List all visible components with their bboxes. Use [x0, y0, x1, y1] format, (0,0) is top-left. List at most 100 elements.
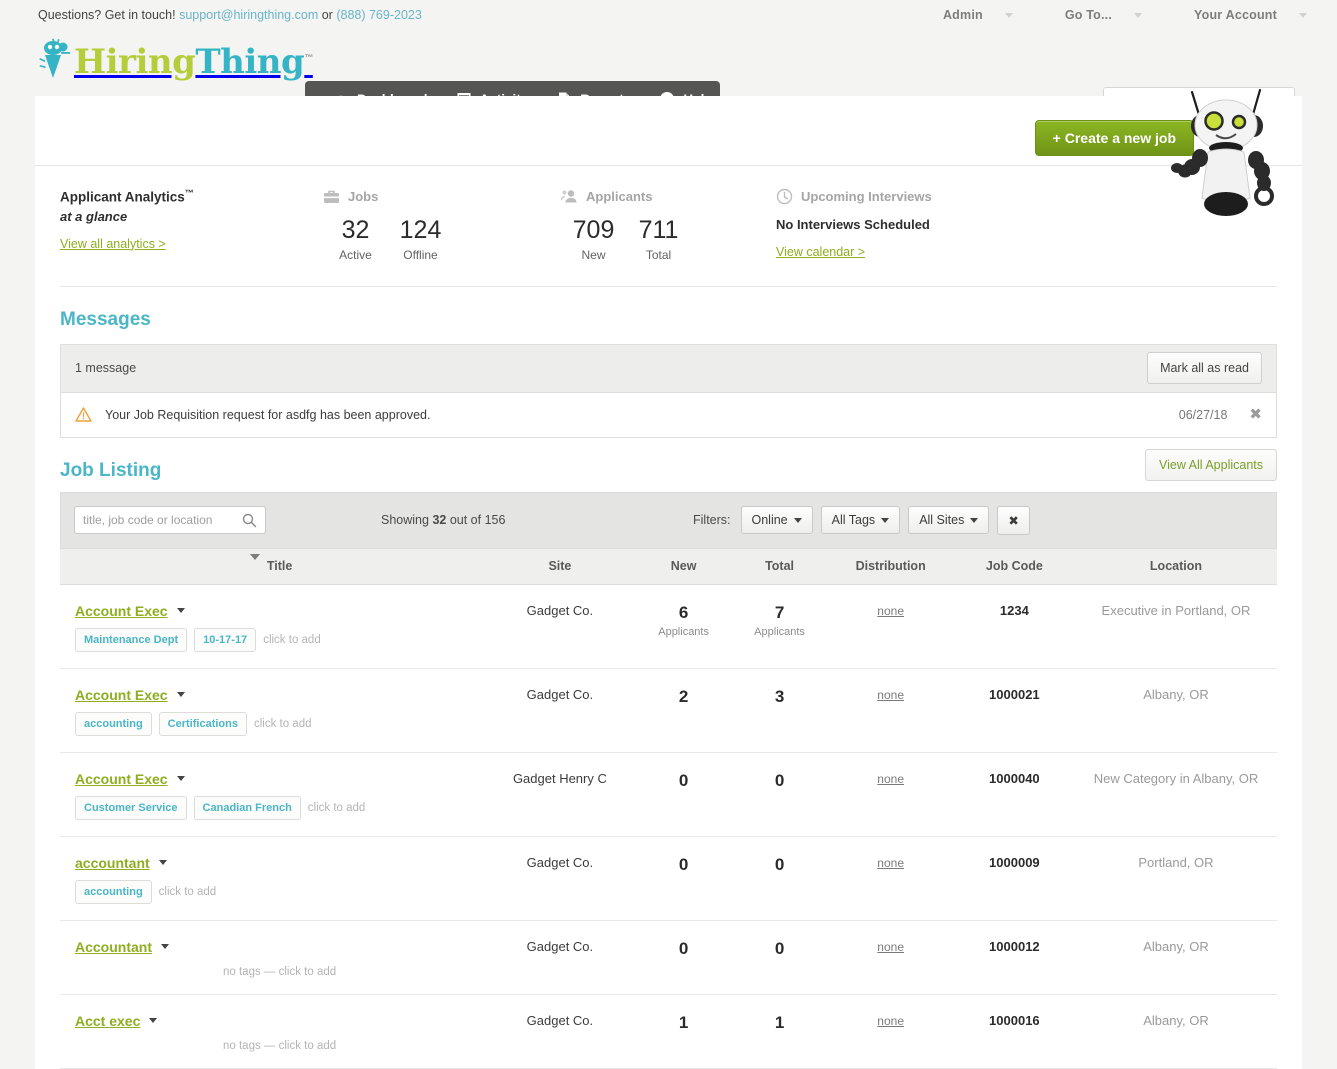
clear-filters-button[interactable]: ✖ [997, 505, 1030, 535]
column-header-new[interactable]: New [635, 547, 732, 585]
view-calendar-link[interactable]: View calendar > [776, 245, 865, 259]
support-phone-link[interactable]: (888) 769-2023 [336, 8, 421, 22]
cell-location: New Category in Albany, OR [1074, 752, 1277, 837]
filter-sites-button[interactable]: All Sites [908, 506, 990, 534]
job-title-link[interactable]: accountant [75, 855, 150, 871]
view-all-applicants-button[interactable]: View All Applicants [1145, 448, 1277, 481]
stat-applicants-total-value: 711 [638, 216, 679, 244]
messages-heading: Messages [60, 308, 151, 330]
analytics-label-block: Applicant Analytics™ at a glance View al… [60, 188, 323, 262]
job-title-link[interactable]: Account Exec [75, 771, 168, 787]
add-tag-label[interactable]: click to add [254, 718, 312, 730]
search-icon[interactable] [242, 513, 257, 528]
job-title-link[interactable]: Account Exec [75, 603, 168, 619]
support-email-link[interactable]: support@hiringthing.com [179, 8, 318, 22]
filter-tags-button[interactable]: All Tags [820, 506, 901, 534]
showing-count: 32 [432, 513, 447, 527]
stat-jobs-active-caption: Active [339, 247, 372, 262]
distribution-link[interactable]: none [877, 856, 904, 870]
job-title-line: Acct exec [75, 1013, 484, 1029]
filter-online-button[interactable]: Online [740, 506, 813, 534]
logo-text: HiringThing™ [74, 45, 313, 79]
no-tags-label[interactable]: no tags — click to add [75, 1040, 484, 1052]
applicant-analytics: Applicant Analytics™ at a glance View al… [60, 166, 1277, 287]
job-tag[interactable]: Canadian French [193, 795, 301, 820]
cell-total: 0 [731, 836, 828, 921]
column-header-title[interactable]: Title [60, 547, 485, 585]
job-search-input[interactable] [83, 513, 242, 527]
stat-jobs-offline-value: 124 [399, 216, 442, 244]
cell-job-code: 1000021 [953, 668, 1075, 753]
column-header-distribution[interactable]: Distribution [827, 547, 954, 585]
chevron-down-icon[interactable] [176, 608, 185, 613]
job-tag[interactable]: Maintenance Dept [75, 627, 188, 652]
job-tag[interactable]: accounting [75, 879, 152, 904]
stat-jobs-offline: 124 Offline [388, 216, 453, 261]
chevron-down-icon[interactable] [158, 860, 167, 865]
chevron-down-icon[interactable] [149, 1018, 158, 1023]
cell-distribution: none [827, 668, 954, 753]
distribution-link[interactable]: none [877, 940, 904, 954]
close-icon[interactable]: ✖ [1249, 407, 1262, 422]
mark-all-read-button[interactable]: Mark all as read [1147, 352, 1262, 384]
analytics-applicants-group: Applicants 709 New 711 Total [561, 188, 776, 262]
column-header-job-code[interactable]: Job Code [953, 547, 1075, 585]
cell-distribution: none [827, 752, 954, 837]
contact-or: or [321, 8, 333, 22]
job-tag[interactable]: 10-17-17 [194, 627, 257, 652]
job-listing-panel: Showing 32 out of 156 Filters: Online Al… [60, 491, 1277, 1069]
distribution-link[interactable]: none [877, 772, 904, 786]
chevron-down-icon [793, 517, 802, 523]
analytics-subtitle: at a glance [60, 208, 128, 224]
cell-total: 0 [731, 752, 828, 837]
job-tag[interactable]: Customer Service [75, 795, 187, 820]
cell-site: Gadget Co. [484, 920, 636, 995]
job-title-link[interactable]: Accountant [75, 939, 152, 955]
chevron-down-icon[interactable] [176, 692, 185, 697]
add-tag-label[interactable]: click to add [159, 886, 217, 898]
column-header-location[interactable]: Location [1074, 547, 1277, 585]
nav-goto[interactable]: Go To... [1064, 8, 1143, 22]
filter-tags-label: All Tags [831, 513, 876, 527]
nav-your-account[interactable]: Your Account [1194, 8, 1307, 22]
job-listing-header: Job Listing View All Applicants [35, 438, 1302, 492]
logo-tm: ™ [304, 52, 313, 63]
sort-descending-icon[interactable] [250, 553, 260, 560]
applicants-heading: Applicants [561, 188, 776, 205]
table-row: Account Exec accounting Certifications clic… [60, 668, 1277, 753]
job-title-line: Account Exec [75, 771, 484, 787]
new-count: 1 [678, 1012, 689, 1032]
cell-total: 1 [731, 994, 828, 1069]
job-search[interactable] [74, 506, 266, 534]
chevron-down-icon[interactable] [161, 944, 169, 949]
analytics-title-text: Applicant Analytics [60, 189, 185, 205]
add-tag-label[interactable]: click to add [263, 634, 321, 646]
column-header-total[interactable]: Total [731, 547, 828, 585]
job-tag[interactable]: accounting [75, 711, 152, 736]
logo[interactable]: HiringThing™ [38, 38, 313, 82]
column-header-site[interactable]: Site [484, 547, 636, 585]
distribution-link[interactable]: none [877, 604, 904, 618]
cell-distribution: none [827, 584, 954, 669]
chevron-down-icon[interactable] [176, 776, 185, 781]
no-tags-label[interactable]: no tags — click to add [75, 966, 484, 978]
job-title-link[interactable]: Acct exec [75, 1013, 140, 1029]
view-all-analytics-link[interactable]: View all analytics > [60, 237, 166, 251]
stat-applicants-new: 709 New [561, 216, 626, 261]
applicants-stats: 709 New 711 Total [561, 216, 776, 261]
job-tag[interactable]: Certifications [158, 711, 247, 736]
people-icon [561, 190, 577, 203]
add-tag-label[interactable]: click to add [308, 802, 366, 814]
job-title-line: Account Exec [75, 687, 484, 703]
nav-admin[interactable]: Admin [943, 8, 1013, 22]
nav-goto-label: Go To... [1064, 8, 1113, 22]
chevron-down-icon [1004, 12, 1013, 18]
distribution-link[interactable]: none [877, 688, 904, 702]
job-title-link[interactable]: Account Exec [75, 687, 168, 703]
create-new-job-button[interactable]: + Create a new job [1034, 120, 1194, 156]
distribution-link[interactable]: none [877, 1014, 904, 1028]
cell-site: Gadget Co. [484, 994, 636, 1069]
showing-mid: out of [446, 513, 485, 527]
cell-location: Portland, OR [1074, 836, 1277, 921]
new-count-caption: Applicants [658, 625, 709, 638]
